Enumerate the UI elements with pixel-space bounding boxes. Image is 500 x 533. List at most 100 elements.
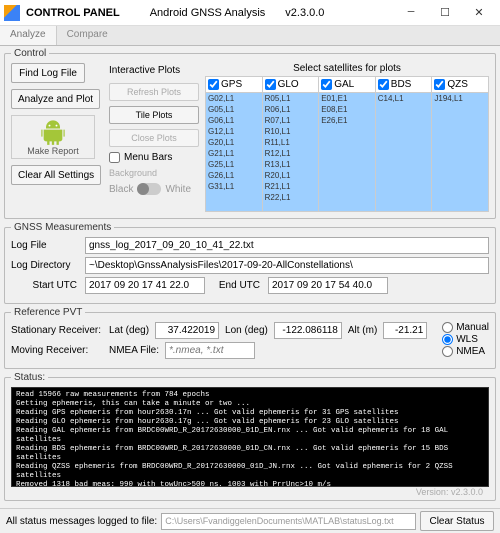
sat-item[interactable]: G31,L1	[206, 181, 262, 192]
android-icon	[36, 118, 70, 146]
sat-item[interactable]: R06,L1	[263, 104, 319, 115]
sat-table: GPSG02,L1G05,L1G06,L1G12,L1G20,L1G21,L1G…	[205, 76, 489, 212]
sat-item[interactable]: G12,L1	[206, 126, 262, 137]
log-file-input[interactable]	[85, 237, 489, 254]
sat-item[interactable]: G20,L1	[206, 137, 262, 148]
sat-column-bds: BDS C14,L1	[376, 77, 433, 211]
start-utc-input[interactable]	[85, 277, 205, 294]
sat-item[interactable]: J194,L1	[432, 93, 488, 104]
status-log-path[interactable]	[161, 513, 416, 530]
sat-item[interactable]: R10,L1	[263, 126, 319, 137]
log-dir-input[interactable]	[85, 257, 489, 274]
sat-item[interactable]: R21,L1	[263, 181, 319, 192]
sat-column-gps: GPSG02,L1G05,L1G06,L1G12,L1G20,L1G21,L1G…	[206, 77, 263, 211]
make-report-button[interactable]: Make Report	[11, 115, 95, 159]
sat-item[interactable]: R20,L1	[263, 170, 319, 181]
window-subtitle: Android GNSS Analysis	[150, 7, 266, 19]
sat-item[interactable]: R07,L1	[263, 115, 319, 126]
sat-item[interactable]: R05,L1	[263, 93, 319, 104]
minimize-button[interactable]: ─	[394, 1, 428, 25]
lat-label: Lat (deg)	[109, 325, 149, 336]
control-legend: Control	[11, 48, 49, 59]
lon-label: Lon (deg)	[225, 325, 268, 336]
ref-group: Reference PVT Stationary Receiver: Lat (…	[4, 307, 496, 369]
refresh-plots-button[interactable]: Refresh Plots	[109, 83, 199, 101]
tab-bar: Analyze Compare	[0, 26, 500, 46]
sat-list[interactable]: C14,L1	[376, 93, 432, 211]
white-label: White	[165, 184, 191, 195]
end-utc-input[interactable]	[268, 277, 388, 294]
sat-item[interactable]: R11,L1	[263, 137, 319, 148]
version-value: v2.3.0.0	[451, 487, 483, 497]
close-plots-button[interactable]: Close Plots	[109, 129, 199, 147]
sat-check-qzs[interactable]	[434, 79, 445, 90]
clear-status-button[interactable]: Clear Status	[420, 511, 494, 531]
sat-item[interactable]: G21,L1	[206, 148, 262, 159]
sat-check-gps[interactable]	[208, 79, 219, 90]
sat-column-gal: GAL E01,E1E08,E1E26,E1	[319, 77, 376, 211]
sat-item[interactable]: G25,L1	[206, 159, 262, 170]
sat-item[interactable]: G05,L1	[206, 104, 262, 115]
analyze-plot-button[interactable]: Analyze and Plot	[11, 89, 100, 109]
sat-header: Select satellites for plots	[205, 63, 489, 74]
sat-list[interactable]: R05,L1R06,L1R07,L1R10,L1R11,L1R12,L1R13,…	[263, 93, 319, 211]
stationary-label: Stationary Receiver:	[11, 325, 103, 336]
sat-item[interactable]: G02,L1	[206, 93, 262, 104]
sat-col-label: GPS	[221, 79, 242, 90]
titlebar: CONTROL PANEL Android GNSS Analysis v2.3…	[0, 0, 500, 26]
sat-item[interactable]: E01,E1	[319, 93, 375, 104]
alt-input[interactable]	[383, 322, 427, 339]
find-log-button[interactable]: Find Log File	[11, 63, 85, 83]
sat-col-label: GAL	[334, 79, 354, 90]
menu-bars-toggle[interactable]: Menu Bars	[109, 152, 199, 163]
sat-check-glo[interactable]	[265, 79, 276, 90]
gnss-group: GNSS Measurements Log File Log Directory…	[4, 222, 496, 304]
sat-item[interactable]: C14,L1	[376, 93, 432, 104]
nmea-file-input[interactable]	[165, 342, 255, 359]
sat-list[interactable]: E01,E1E08,E1E26,E1	[319, 93, 375, 211]
maximize-button[interactable]: ☐	[428, 1, 462, 25]
lon-input[interactable]	[274, 322, 342, 339]
close-button[interactable]: ✕	[462, 1, 496, 25]
version-label: Version:	[416, 487, 449, 497]
black-label: Black	[109, 184, 133, 195]
tab-compare[interactable]: Compare	[57, 26, 118, 45]
wls-radio[interactable]: WLS	[442, 334, 489, 345]
sat-list[interactable]: J194,L1	[432, 93, 488, 211]
alt-label: Alt (m)	[348, 325, 377, 336]
end-utc-label: End UTC	[209, 280, 264, 291]
sat-col-label: BDS	[391, 79, 412, 90]
gnss-legend: GNSS Measurements	[11, 222, 114, 233]
sat-item[interactable]: R22,L1	[263, 192, 319, 203]
window-version: v2.3.0.0	[285, 7, 324, 19]
menu-bars-label: Menu Bars	[124, 152, 172, 163]
tile-plots-button[interactable]: Tile Plots	[109, 106, 199, 124]
sat-column-qzs: QZSJ194,L1	[432, 77, 488, 211]
sat-item[interactable]: G26,L1	[206, 170, 262, 181]
interactive-plots-label: Interactive Plots	[109, 65, 199, 76]
sat-col-label: GLO	[278, 79, 299, 90]
tab-analyze[interactable]: Analyze	[0, 26, 57, 45]
background-toggle[interactable]	[137, 183, 161, 195]
footer-label: All status messages logged to file:	[6, 516, 157, 527]
sat-item[interactable]: R13,L1	[263, 159, 319, 170]
sat-item[interactable]: G06,L1	[206, 115, 262, 126]
status-console: Read 15966 raw measurements from 784 epo…	[11, 387, 489, 487]
make-report-label: Make Report	[27, 146, 79, 156]
clear-all-button[interactable]: Clear All Settings	[11, 165, 101, 185]
status-legend: Status:	[11, 372, 48, 383]
sat-check-gal[interactable]	[321, 79, 332, 90]
sat-item[interactable]: E26,E1	[319, 115, 375, 126]
sat-item[interactable]: R12,L1	[263, 148, 319, 159]
menu-bars-checkbox[interactable]	[109, 152, 120, 163]
app-icon	[4, 5, 20, 21]
window-title: CONTROL PANEL	[26, 7, 120, 19]
lat-input[interactable]	[155, 322, 219, 339]
sat-check-bds[interactable]	[378, 79, 389, 90]
manual-radio[interactable]: Manual	[442, 322, 489, 333]
sat-column-glo: GLOR05,L1R06,L1R07,L1R10,L1R11,L1R12,L1R…	[263, 77, 320, 211]
sat-item[interactable]: E08,E1	[319, 104, 375, 115]
nmea-radio[interactable]: NMEA	[442, 346, 489, 357]
log-dir-label: Log Directory	[11, 260, 81, 271]
sat-list[interactable]: G02,L1G05,L1G06,L1G12,L1G20,L1G21,L1G25,…	[206, 93, 262, 211]
